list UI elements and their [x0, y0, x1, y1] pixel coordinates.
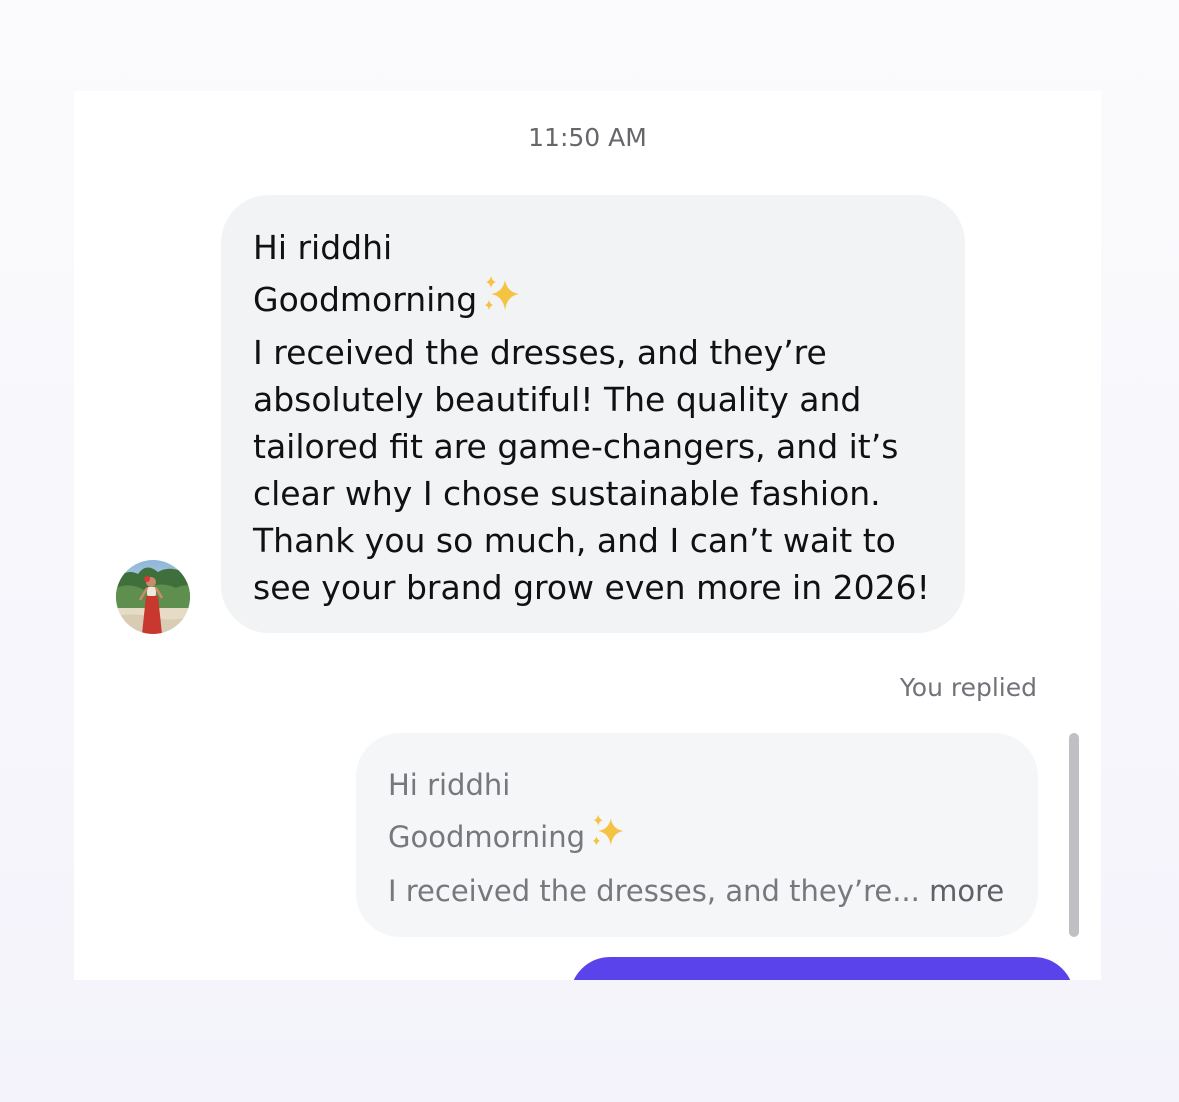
quoted-truncated-line: I received the dresses, and they’re... m… — [388, 865, 1006, 917]
you-replied-label: You replied — [899, 673, 1037, 702]
message-goodmorning-line: Goodmorning — [253, 274, 933, 329]
sparkles-icon — [589, 813, 629, 865]
quoted-reply-bubble[interactable]: Hi riddhi Goodmorning I received the dre… — [356, 733, 1038, 937]
more-link[interactable]: more — [929, 874, 1004, 908]
message-body: I received the dresses, and they’re abso… — [253, 333, 930, 607]
quoted-goodmorning-line: Goodmorning — [388, 811, 1006, 865]
message-timestamp: 11:50 AM — [528, 123, 647, 152]
sender-avatar[interactable] — [116, 560, 190, 634]
scrollbar-thumb[interactable] — [1069, 733, 1079, 937]
goodmorning-text: Goodmorning — [253, 280, 478, 319]
avatar-photo — [116, 560, 190, 634]
chat-panel: 11:50 AM Hi riddhi Goodmorning I receive… — [74, 91, 1101, 980]
message-greeting: Hi riddhi — [253, 228, 393, 267]
outgoing-message-bubble[interactable] — [570, 957, 1074, 980]
quoted-goodmorning-text: Goodmorning — [388, 820, 585, 854]
incoming-message-bubble[interactable]: Hi riddhi Goodmorning I received the dre… — [221, 195, 965, 633]
sparkles-icon — [481, 274, 525, 329]
quoted-preview-text: I received the dresses, and they’re... — [388, 874, 920, 908]
quoted-greeting: Hi riddhi — [388, 768, 511, 802]
